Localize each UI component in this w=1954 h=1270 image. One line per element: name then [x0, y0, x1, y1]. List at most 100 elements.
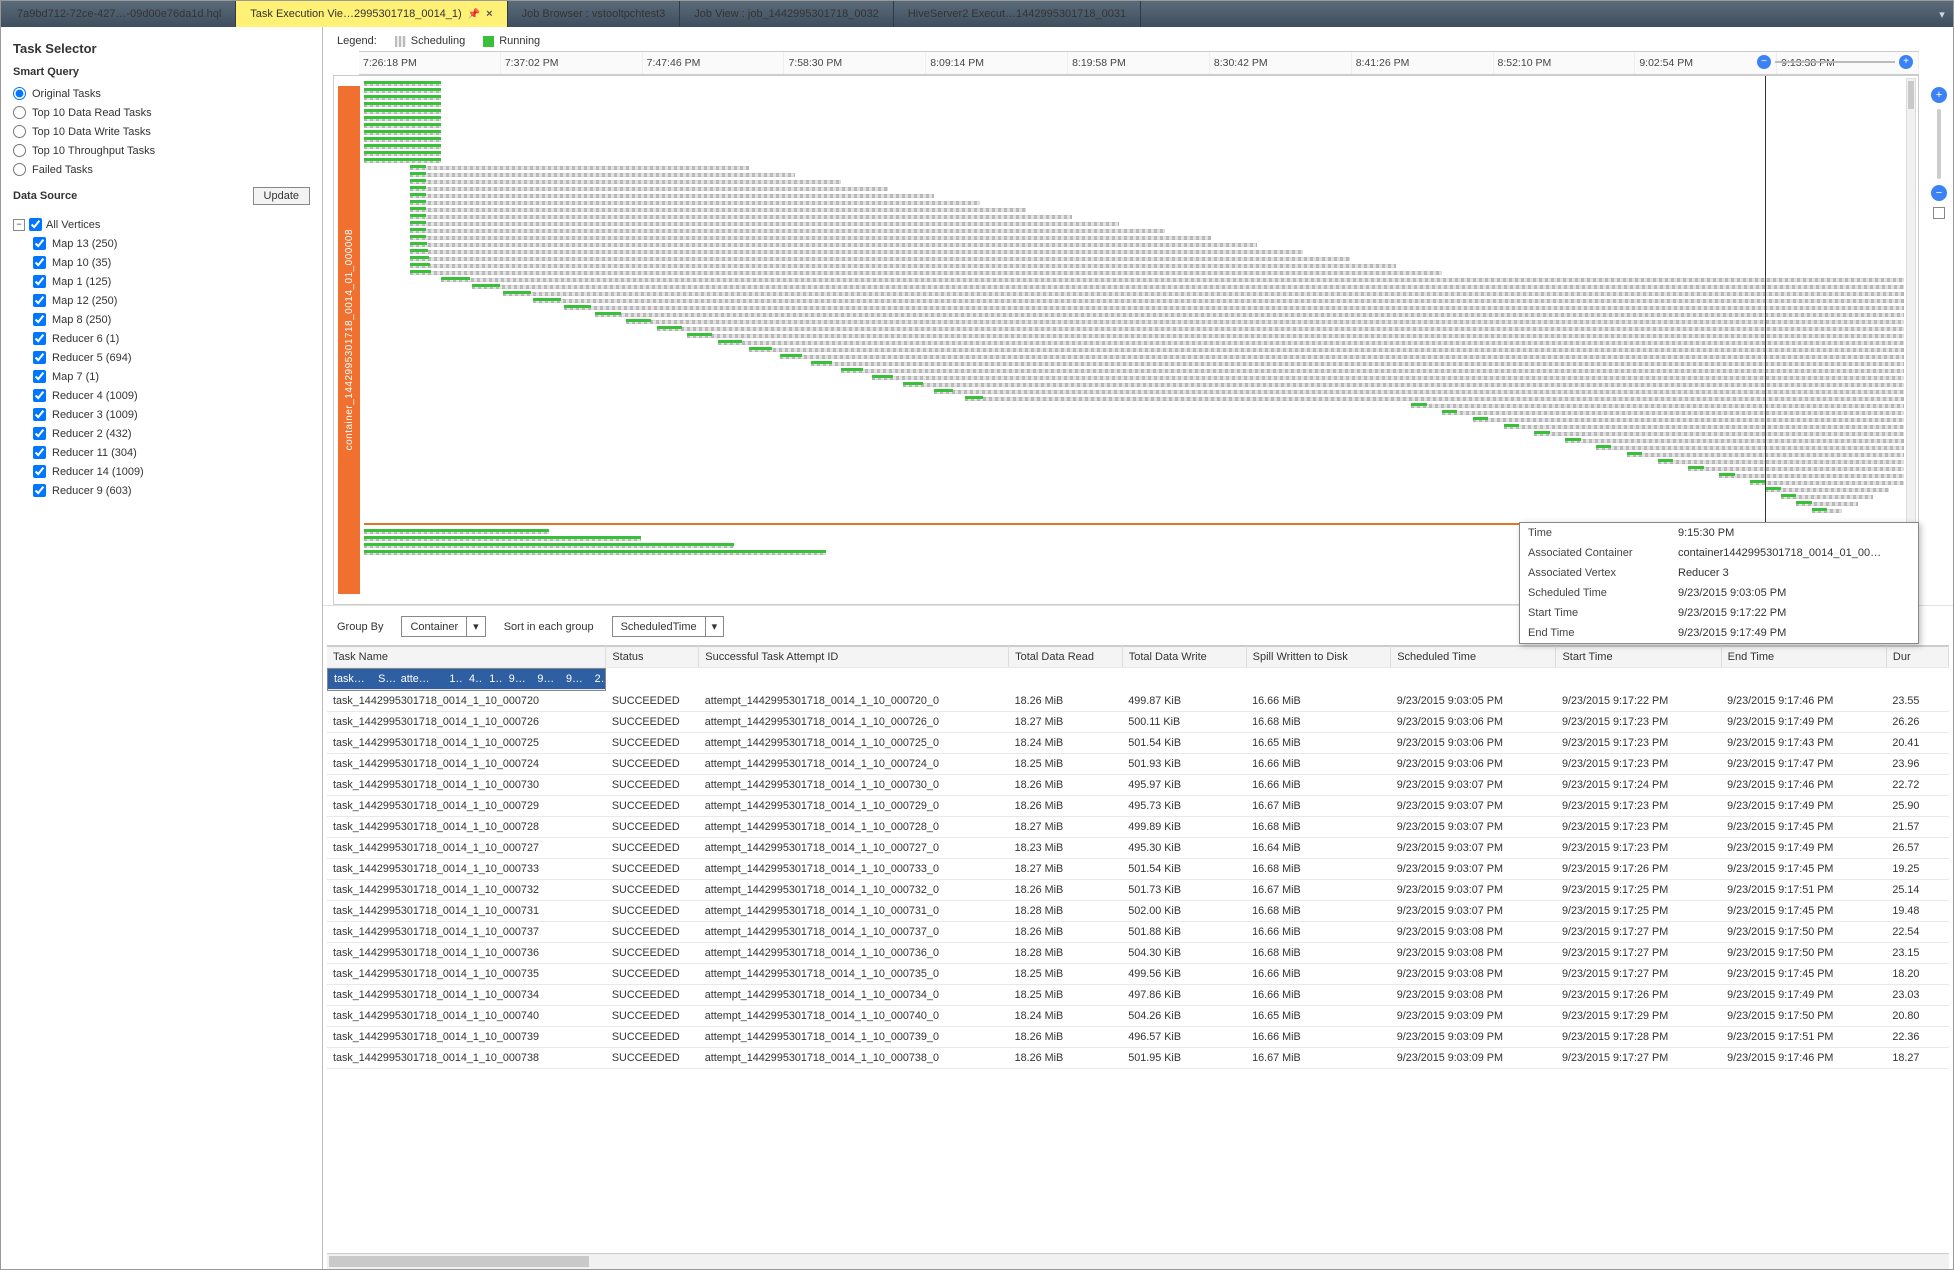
gantt-bar[interactable] — [364, 544, 734, 548]
gantt-bar[interactable] — [1473, 418, 1904, 422]
tree-item[interactable]: Map 10 (35) — [33, 253, 310, 272]
gantt-bar[interactable] — [364, 110, 441, 114]
radio-input[interactable] — [13, 144, 26, 157]
gantt-bar[interactable] — [1812, 509, 1843, 513]
gantt-bar[interactable] — [364, 159, 441, 163]
gantt-bar[interactable] — [1596, 446, 1904, 450]
gantt-bar[interactable] — [872, 376, 1904, 380]
table-row[interactable]: task_1442995301718_0014_1_10_000726SUCCE… — [327, 712, 1949, 733]
radio-input[interactable] — [13, 106, 26, 119]
table-row[interactable]: task_1442995301718_0014_1_10_000733SUCCE… — [327, 859, 1949, 880]
table-row[interactable]: task_1442995301718_0014_1_10_000720SUCCE… — [327, 691, 1949, 712]
table-row[interactable]: task_1442995301718_0014_1_10_000731SUCCE… — [327, 901, 1949, 922]
gantt-bar[interactable] — [410, 166, 749, 170]
gantt-bar[interactable] — [364, 138, 441, 142]
gantt-bar[interactable] — [410, 173, 795, 177]
gantt-bar[interactable] — [472, 285, 1904, 289]
gantt-bar[interactable] — [410, 208, 1026, 212]
gantt-bar[interactable] — [841, 369, 1904, 373]
tree-item[interactable]: Map 13 (250) — [33, 234, 310, 253]
tree-item[interactable]: Map 12 (250) — [33, 291, 310, 310]
gantt-bar[interactable] — [364, 103, 441, 107]
tree-checkbox[interactable] — [33, 313, 46, 326]
gantt-bar[interactable] — [1442, 411, 1904, 415]
table-row[interactable]: task_1442995301718_0014_1_10_000735SUCCE… — [327, 964, 1949, 985]
gantt-bar[interactable] — [1719, 474, 1904, 478]
radio-input[interactable] — [13, 163, 26, 176]
column-header[interactable]: Dur — [1886, 647, 1948, 668]
radio-input[interactable] — [13, 87, 26, 100]
gantt-bar[interactable] — [1504, 425, 1904, 429]
tab[interactable]: 7a9bd712-72ce-427…-09d00e76da1d.hql — [3, 1, 236, 27]
scrub-plus-icon[interactable]: + — [1899, 55, 1913, 69]
smart-query-option[interactable]: Top 10 Throughput Tasks — [13, 141, 310, 160]
gantt-bar[interactable] — [410, 257, 1349, 261]
column-header[interactable]: Scheduled Time — [1391, 647, 1556, 668]
gantt-bar[interactable] — [410, 222, 1118, 226]
gantt-bar[interactable] — [934, 390, 1904, 394]
update-button[interactable]: Update — [253, 187, 310, 205]
tree-checkbox[interactable] — [33, 389, 46, 402]
gantt-bar[interactable] — [410, 250, 1303, 254]
table-row[interactable]: task_1442995301718_0014_1_10_000738SUCCE… — [327, 1048, 1949, 1069]
gantt-bar[interactable] — [1411, 404, 1904, 408]
tree-checkbox[interactable] — [33, 465, 46, 478]
column-header[interactable]: Successful Task Attempt ID — [699, 647, 1009, 668]
tree-item[interactable]: Reducer 2 (432) — [33, 424, 310, 443]
grid-horizontal-scrollbar[interactable] — [327, 1253, 1949, 1269]
gantt-bar[interactable] — [1688, 467, 1904, 471]
time-scrubber[interactable]: − + — [1757, 55, 1913, 69]
tree-item[interactable]: Reducer 5 (694) — [33, 348, 310, 367]
tree-checkbox[interactable] — [33, 351, 46, 364]
gantt-bar[interactable] — [364, 131, 441, 135]
table-row[interactable]: task_1442995301718_0014_1_10_000724SUCCE… — [327, 754, 1949, 775]
gantt-bar[interactable] — [780, 355, 1904, 359]
gantt-bar[interactable] — [749, 348, 1904, 352]
gantt-bar[interactable] — [503, 292, 1904, 296]
table-row[interactable]: task_1442995301718_0014_1_10_000730SUCCE… — [327, 775, 1949, 796]
tab[interactable]: Job Browser : vstooltpchtest3 — [508, 1, 681, 27]
chevron-down-icon[interactable]: ▾ — [466, 617, 485, 636]
tree-item[interactable]: Map 1 (125) — [33, 272, 310, 291]
smart-query-option[interactable]: Top 10 Data Write Tasks — [13, 122, 310, 141]
zoom-reset-icon[interactable] — [1933, 207, 1945, 219]
task-grid[interactable]: Task NameStatusSuccessful Task Attempt I… — [327, 645, 1949, 1253]
gantt-bar[interactable] — [364, 145, 441, 149]
tree-collapse-icon[interactable]: − — [13, 219, 25, 231]
tree-item[interactable]: Reducer 14 (1009) — [33, 462, 310, 481]
tree-item[interactable]: Reducer 6 (1) — [33, 329, 310, 348]
gantt-bar[interactable] — [965, 397, 1904, 401]
column-header[interactable]: Spill Written to Disk — [1246, 647, 1391, 668]
tree-checkbox[interactable] — [33, 256, 46, 269]
gantt-bar[interactable] — [410, 243, 1257, 247]
smart-query-option[interactable]: Top 10 Data Read Tasks — [13, 103, 310, 122]
tree-checkbox[interactable] — [33, 294, 46, 307]
scrub-track[interactable] — [1775, 61, 1895, 63]
gantt-bar[interactable] — [364, 551, 826, 555]
tree-checkbox[interactable] — [33, 237, 46, 250]
column-header[interactable]: Start Time — [1556, 647, 1721, 668]
column-header[interactable]: Total Data Read — [1009, 647, 1123, 668]
gantt-bar[interactable] — [410, 201, 980, 205]
gantt-bar[interactable] — [364, 530, 549, 534]
gantt-bar[interactable] — [1565, 439, 1904, 443]
gantt-bar[interactable] — [364, 124, 441, 128]
tab[interactable]: HiveServer2 Execut…1442995301718_0031 — [894, 1, 1141, 27]
gantt-bar[interactable] — [1534, 432, 1904, 436]
gantt-bar[interactable] — [410, 194, 934, 198]
tab[interactable]: Job View : job_1442995301718_0032 — [680, 1, 894, 27]
table-row[interactable]: task_1442995301718_0014_1_10_000740SUCCE… — [327, 1006, 1949, 1027]
gantt-bar[interactable] — [687, 334, 1904, 338]
gantt-bar[interactable] — [903, 383, 1904, 387]
table-row[interactable]: task_1442995301718_0014_1_10_000721SUCCE… — [327, 668, 606, 691]
gantt-bar[interactable] — [410, 215, 1072, 219]
tree-checkbox[interactable] — [33, 427, 46, 440]
gantt-bar[interactable] — [626, 320, 1904, 324]
table-row[interactable]: task_1442995301718_0014_1_10_000727SUCCE… — [327, 838, 1949, 859]
tree-item[interactable]: Reducer 3 (1009) — [33, 405, 310, 424]
close-icon[interactable]: × — [486, 8, 492, 20]
tree-item[interactable]: Reducer 9 (603) — [33, 481, 310, 500]
zoom-out-icon[interactable]: − — [1931, 185, 1947, 201]
tree-item[interactable]: Map 8 (250) — [33, 310, 310, 329]
tree-item[interactable]: Reducer 4 (1009) — [33, 386, 310, 405]
